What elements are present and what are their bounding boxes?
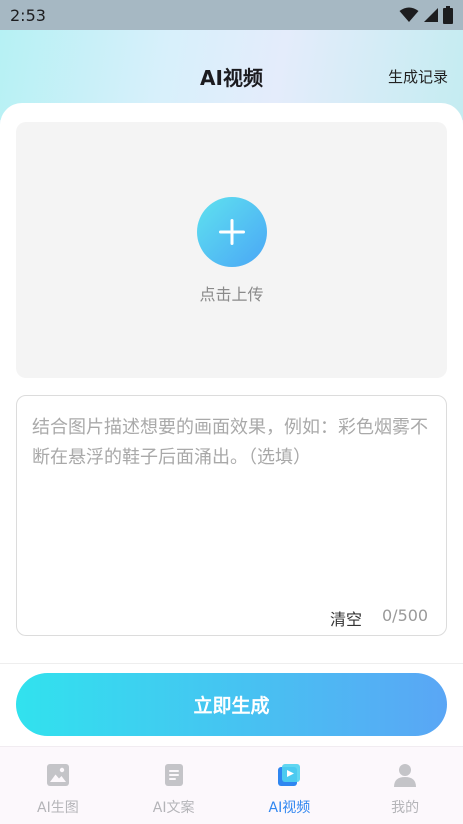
tab-label: AI文案 <box>152 800 195 816</box>
wifi-icon <box>399 7 419 22</box>
status-time: 2:53 <box>10 5 46 25</box>
tab-label: AI生图 <box>37 800 79 816</box>
video-icon <box>278 764 301 786</box>
prompt-input[interactable] <box>32 413 432 583</box>
image-icon <box>46 764 69 786</box>
tab-mine[interactable]: 我的 <box>347 747 463 824</box>
tab-ai-image[interactable]: AI生图 <box>0 747 116 824</box>
tab-ai-video[interactable]: AI视频 <box>232 747 348 824</box>
upload-label: 点击上传 <box>199 285 264 304</box>
tab-label: 我的 <box>391 800 420 816</box>
user-icon <box>394 764 417 787</box>
tab-ai-copy[interactable]: AI文案 <box>116 747 232 824</box>
char-count: 0/500 <box>382 606 429 625</box>
clear-button[interactable]: 清空 <box>330 606 362 630</box>
generate-button[interactable]: 立即生成 <box>16 673 447 736</box>
tab-bar: AI生图 AI文案 AI视频 我的 <box>0 746 463 824</box>
status-bar: 2:53 <box>0 0 463 30</box>
tab-label: AI视频 <box>268 800 311 816</box>
battery-icon <box>443 6 453 24</box>
upload-button[interactable] <box>197 197 267 267</box>
signal-icon <box>424 8 438 22</box>
plus-icon <box>219 219 245 245</box>
document-icon <box>164 764 183 786</box>
history-link[interactable]: 生成记录 <box>388 66 448 87</box>
status-icons <box>399 6 453 24</box>
